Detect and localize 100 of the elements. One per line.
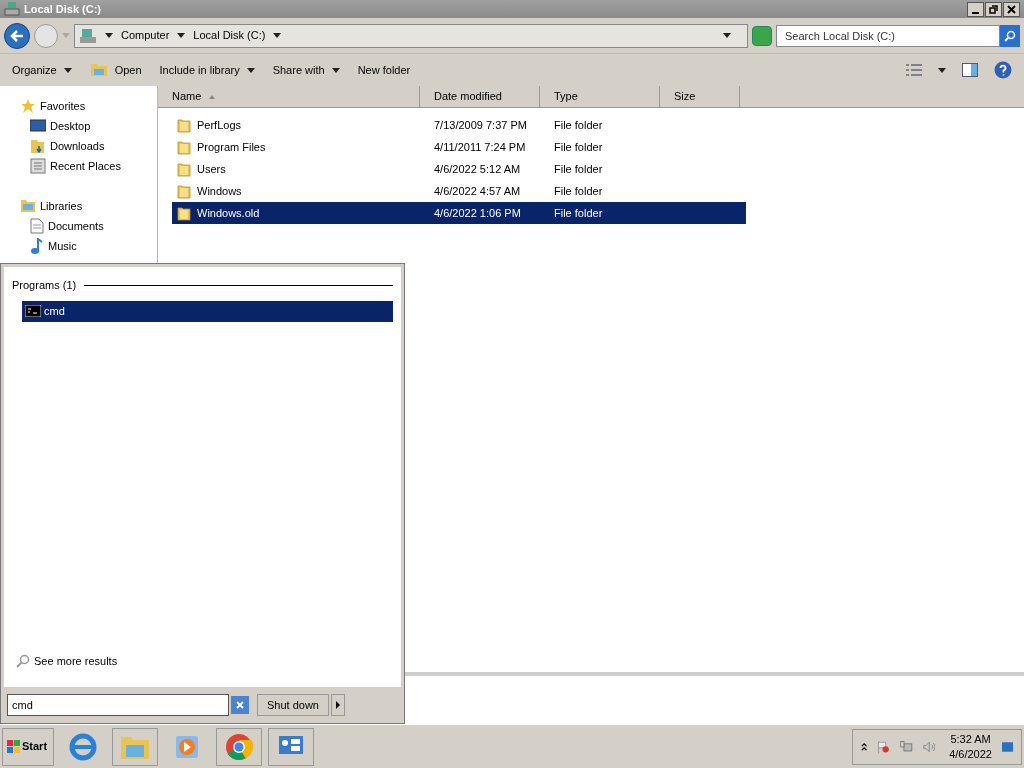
address-bar[interactable]: Computer Local Disk (C:) bbox=[74, 23, 748, 48]
folder-icon bbox=[177, 161, 191, 177]
column-header[interactable]: Name bbox=[158, 86, 420, 107]
terminal-icon bbox=[25, 305, 41, 317]
flag-icon bbox=[877, 738, 890, 755]
file-row[interactable]: Windows.old 4/6/2022 1:06 PM File folder bbox=[172, 202, 746, 224]
drive-icon bbox=[4, 2, 20, 16]
chrome-taskbar-icon[interactable] bbox=[216, 727, 262, 766]
date-cell-text: 4/11/2011 7:24 PM bbox=[434, 139, 527, 155]
sidebar-item[interactable]: Music bbox=[48, 237, 77, 255]
toolbar-button[interactable]: Organize bbox=[12, 61, 72, 79]
caret-icon bbox=[723, 33, 731, 38]
chevron-up-icon bbox=[861, 741, 868, 752]
section-heading: Programs (1) bbox=[12, 278, 77, 293]
breadcrumb[interactable]: Computer bbox=[121, 27, 170, 44]
type-cell-text: File folder bbox=[554, 139, 604, 155]
network-icon bbox=[899, 738, 913, 755]
clock-date[interactable]: 4/6/2022 bbox=[949, 746, 992, 762]
folder-icon bbox=[20, 199, 36, 213]
column-header[interactable]: Size bbox=[660, 86, 740, 107]
folder-icon bbox=[177, 139, 191, 155]
date-cell-text: 4/6/2022 1:06 PM bbox=[434, 205, 522, 221]
column-header[interactable]: Date modified bbox=[420, 86, 540, 107]
caret-icon bbox=[62, 33, 70, 38]
file-name: Windows bbox=[197, 183, 242, 199]
close-icon bbox=[236, 701, 244, 709]
clock-time[interactable]: 5:32 AM bbox=[950, 731, 991, 747]
sidebar-heading[interactable]: Libraries bbox=[40, 197, 83, 215]
monitor-icon bbox=[30, 119, 46, 133]
type-cell-text: File folder bbox=[554, 183, 604, 199]
folder-icon bbox=[89, 63, 108, 77]
search-icon bbox=[16, 653, 30, 668]
star-icon bbox=[20, 98, 36, 114]
shut-down-button[interactable]: Shut down bbox=[257, 694, 329, 716]
search-field[interactable]: Search Local Disk (C:) bbox=[776, 24, 1000, 47]
search-field[interactable]: cmd bbox=[7, 694, 229, 716]
file-name: Windows.old bbox=[197, 205, 260, 221]
see-more-results-link[interactable]: See more results bbox=[34, 652, 118, 669]
caret-icon bbox=[246, 67, 255, 73]
toolbar-button[interactable]: New folder bbox=[357, 61, 411, 79]
sidebar-item[interactable]: Recent Places bbox=[50, 157, 121, 175]
date-cell-text: 4/6/2022 4:57 AM bbox=[434, 183, 522, 199]
sort-arrow-icon bbox=[209, 94, 216, 99]
sidebar-item[interactable]: Documents bbox=[48, 217, 104, 235]
triangle-right-icon bbox=[336, 701, 340, 709]
shut-down-options-button[interactable] bbox=[331, 694, 345, 716]
folder-icon bbox=[177, 205, 191, 221]
file-name: Program Files bbox=[197, 139, 266, 155]
help-icon bbox=[994, 61, 1012, 79]
search-button[interactable] bbox=[1000, 24, 1020, 47]
view-list-icon bbox=[906, 64, 922, 76]
folder-icon bbox=[177, 183, 191, 199]
date-cell-text: 4/6/2022 5:12 AM bbox=[434, 161, 522, 177]
restore-icon bbox=[989, 4, 998, 14]
search-result[interactable]: cmd bbox=[22, 300, 393, 322]
computer-icon bbox=[79, 27, 97, 44]
toolbar-button[interactable]: Include in library bbox=[159, 61, 255, 79]
sidebar-item[interactable]: Downloads bbox=[50, 137, 105, 155]
search-icon bbox=[1004, 29, 1016, 42]
type-cell-text: File folder bbox=[554, 161, 604, 177]
music-note-icon bbox=[30, 238, 44, 254]
caret-icon bbox=[105, 33, 113, 38]
caret-icon bbox=[938, 67, 946, 73]
close-icon bbox=[1007, 4, 1016, 14]
back-button[interactable] bbox=[4, 22, 30, 49]
file-row[interactable]: Windows 4/6/2022 4:57 AM File folder bbox=[172, 180, 746, 202]
file-row[interactable]: PerfLogs 7/13/2009 7:37 PM File folder bbox=[172, 114, 746, 136]
caret-icon bbox=[63, 67, 72, 73]
toolbar-button[interactable]: Share with bbox=[272, 61, 340, 79]
sidebar-heading[interactable]: Favorites bbox=[40, 97, 86, 115]
start-button[interactable]: Start bbox=[2, 727, 54, 766]
caret-icon bbox=[273, 33, 282, 38]
folder-icon bbox=[177, 117, 191, 133]
file-row[interactable]: Program Files 4/11/2011 7:24 PM File folder bbox=[172, 136, 746, 158]
file-name: Users bbox=[197, 161, 226, 177]
preview-pane-icon bbox=[962, 63, 978, 77]
minimize-icon bbox=[972, 11, 979, 14]
caret-icon bbox=[177, 33, 186, 38]
document-icon bbox=[30, 218, 44, 234]
back-arrow-icon bbox=[10, 29, 24, 42]
file-name: PerfLogs bbox=[197, 117, 242, 133]
date-cell-text: 7/13/2009 7:37 PM bbox=[434, 117, 528, 133]
column-header[interactable]: Type bbox=[540, 86, 660, 107]
close-button[interactable] bbox=[1003, 1, 1020, 17]
restore-button[interactable] bbox=[985, 1, 1002, 17]
minimize-button[interactable] bbox=[967, 1, 984, 17]
document-icon bbox=[30, 158, 46, 174]
file-row[interactable]: Users 4/6/2022 5:12 AM File folder bbox=[172, 158, 746, 180]
window-title: Local Disk (C:) bbox=[24, 1, 101, 17]
type-cell-text: File folder bbox=[554, 205, 604, 221]
folder-icon bbox=[30, 138, 46, 154]
windows-logo-icon bbox=[7, 739, 21, 754]
clear-button[interactable] bbox=[231, 696, 249, 714]
refresh-button[interactable] bbox=[752, 25, 772, 46]
breadcrumb[interactable]: Local Disk (C:) bbox=[193, 27, 266, 44]
sidebar-item[interactable]: Desktop bbox=[50, 117, 91, 135]
toolbar-button[interactable]: Open bbox=[89, 61, 142, 79]
control-panel-taskbar-icon[interactable] bbox=[268, 727, 314, 766]
caret-icon bbox=[331, 67, 340, 73]
type-cell-text: File folder bbox=[554, 117, 604, 133]
